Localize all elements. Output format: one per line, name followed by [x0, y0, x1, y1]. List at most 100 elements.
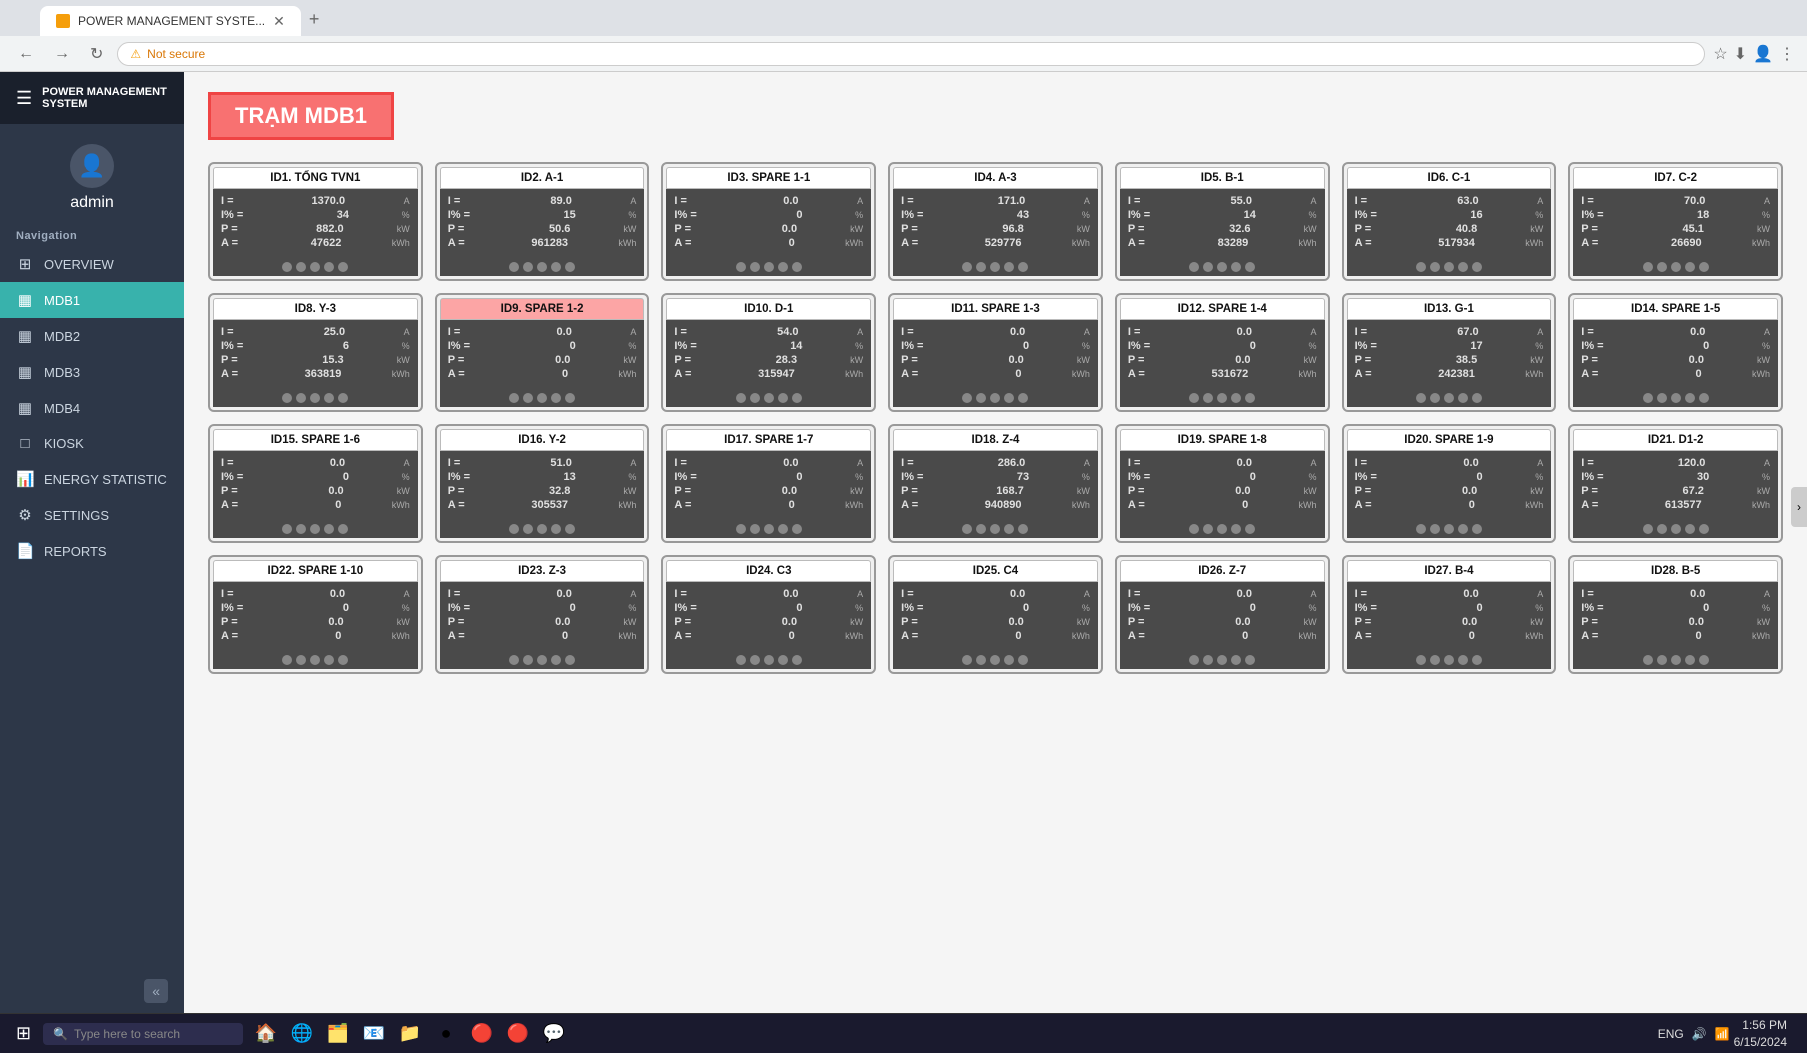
- card-body: I = 51.0 A I% = 13 % P = 32.8 kW A = 305…: [440, 451, 645, 519]
- power-row: P = 50.6 kW: [448, 223, 637, 235]
- sidebar-item-energy[interactable]: 📊 ENERGY STATISTIC: [0, 461, 184, 497]
- right-panel-toggle[interactable]: ›: [1791, 487, 1807, 527]
- energy-unit: kWh: [392, 631, 410, 641]
- sidebar-item-mdb3[interactable]: ▦ MDB3: [0, 354, 184, 390]
- device-card-id10[interactable]: ID10. D-1 I = 54.0 A I% = 14 % P = 28.3 …: [661, 293, 876, 412]
- device-card-id27[interactable]: ID27. B-4 I = 0.0 A I% = 0 % P = 0.0 kW …: [1342, 555, 1557, 674]
- address-bar[interactable]: ⚠ Not secure: [117, 42, 1705, 66]
- device-card-id16[interactable]: ID16. Y-2 I = 51.0 A I% = 13 % P = 32.8 …: [435, 424, 650, 543]
- taskbar-icon-chrome[interactable]: ●: [431, 1019, 461, 1049]
- current-value: 0.0: [970, 326, 1025, 338]
- device-card-id3[interactable]: ID3. SPARE 1-1 I = 0.0 A I% = 0 % P = 0.…: [661, 162, 876, 281]
- device-card-id14[interactable]: ID14. SPARE 1-5 I = 0.0 A I% = 0 % P = 0…: [1568, 293, 1783, 412]
- card-header: ID1. TỔNG TVN1: [213, 167, 418, 189]
- device-card-id28[interactable]: ID28. B-5 I = 0.0 A I% = 0 % P = 0.0 kW …: [1568, 555, 1783, 674]
- sidebar-item-mdb2[interactable]: ▦ MDB2: [0, 318, 184, 354]
- device-card-id25[interactable]: ID25. C4 I = 0.0 A I% = 0 % P = 0.0 kW A…: [888, 555, 1103, 674]
- card-header: ID13. G-1: [1347, 298, 1552, 320]
- taskbar-icon-7[interactable]: 💬: [539, 1019, 569, 1049]
- new-tab-button[interactable]: +: [301, 3, 328, 36]
- energy-label: ENERGY STATISTIC: [44, 472, 167, 487]
- device-card-id20[interactable]: ID20. SPARE 1-9 I = 0.0 A I% = 0 % P = 0…: [1342, 424, 1557, 543]
- energy-label: A =: [221, 237, 238, 249]
- device-card-id8[interactable]: ID8. Y-3 I = 25.0 A I% = 6 % P = 15.3 kW…: [208, 293, 423, 412]
- sidebar-item-mdb4[interactable]: ▦ MDB4: [0, 390, 184, 426]
- card-footer: [440, 388, 645, 407]
- power-unit: kW: [623, 617, 636, 627]
- card-body: I = 0.0 A I% = 0 % P = 0.0 kW A = 0 kWh: [1347, 451, 1552, 519]
- device-card-id15[interactable]: ID15. SPARE 1-6 I = 0.0 A I% = 0 % P = 0…: [208, 424, 423, 543]
- indicator: [565, 262, 575, 272]
- device-card-id13[interactable]: ID13. G-1 I = 67.0 A I% = 17 % P = 38.5 …: [1342, 293, 1557, 412]
- current-unit: A: [1764, 196, 1770, 206]
- active-tab[interactable]: POWER MANAGEMENT SYSTE... ✕: [40, 6, 301, 36]
- sidebar-item-overview[interactable]: ⊞ OVERVIEW: [0, 246, 184, 282]
- sidebar-item-settings[interactable]: ⚙ SETTINGS: [0, 497, 184, 533]
- card-body: I = 0.0 A I% = 0 % P = 0.0 kW A = 0 kWh: [666, 189, 871, 257]
- device-card-id22[interactable]: ID22. SPARE 1-10 I = 0.0 A I% = 0 % P = …: [208, 555, 423, 674]
- download-button[interactable]: ⬇: [1734, 44, 1747, 64]
- energy-icon: 📊: [16, 470, 34, 488]
- card-header: ID15. SPARE 1-6: [213, 429, 418, 451]
- card-footer: [213, 388, 418, 407]
- power-unit: kW: [850, 617, 863, 627]
- device-card-id17[interactable]: ID17. SPARE 1-7 I = 0.0 A I% = 0 % P = 0…: [661, 424, 876, 543]
- current-row: I = 63.0 A: [1355, 195, 1544, 207]
- device-card-id6[interactable]: ID6. C-1 I = 63.0 A I% = 16 % P = 40.8 k…: [1342, 162, 1557, 281]
- sidebar-item-kiosk[interactable]: □ KIOSK: [0, 426, 184, 461]
- taskbar-icon-edge[interactable]: 🌐: [287, 1019, 317, 1049]
- sidebar-item-mdb1[interactable]: ▦ MDB1: [0, 282, 184, 318]
- device-card-id11[interactable]: ID11. SPARE 1-3 I = 0.0 A I% = 0 % P = 0…: [888, 293, 1103, 412]
- taskbar-search[interactable]: 🔍 Type here to search: [43, 1023, 243, 1045]
- device-card-id19[interactable]: ID19. SPARE 1-8 I = 0.0 A I% = 0 % P = 0…: [1115, 424, 1330, 543]
- taskbar-icon-store[interactable]: 🗂️: [323, 1019, 353, 1049]
- device-card-id1[interactable]: ID1. TỔNG TVN1 I = 1370.0 A I% = 34 % P …: [208, 162, 423, 281]
- reload-button[interactable]: ↻: [84, 40, 109, 68]
- device-card-id7[interactable]: ID7. C-2 I = 70.0 A I% = 18 % P = 45.1 k…: [1568, 162, 1783, 281]
- device-card-id23[interactable]: ID23. Z-3 I = 0.0 A I% = 0 % P = 0.0 kW …: [435, 555, 650, 674]
- current-value: 51.0: [517, 457, 572, 469]
- current-value: 0.0: [1650, 326, 1705, 338]
- current-row: I = 25.0 A: [221, 326, 410, 338]
- current-value: 0.0: [1197, 457, 1252, 469]
- taskbar-icon-mail[interactable]: 📧: [359, 1019, 389, 1049]
- current-pct-label: I% =: [901, 602, 923, 614]
- search-placeholder: Type here to search: [74, 1027, 180, 1041]
- device-card-id5[interactable]: ID5. B-1 I = 55.0 A I% = 14 % P = 32.6 k…: [1115, 162, 1330, 281]
- profile-button[interactable]: 👤: [1753, 44, 1773, 64]
- device-card-id12[interactable]: ID12. SPARE 1-4 I = 0.0 A I% = 0 % P = 0…: [1115, 293, 1330, 412]
- bookmark-button[interactable]: ☆: [1713, 44, 1727, 64]
- current-pct-label: I% =: [674, 471, 696, 483]
- tab-close[interactable]: ✕: [273, 13, 285, 30]
- device-card-id4[interactable]: ID4. A-3 I = 171.0 A I% = 43 % P = 96.8 …: [888, 162, 1103, 281]
- device-card-id18[interactable]: ID18. Z-4 I = 286.0 A I% = 73 % P = 168.…: [888, 424, 1103, 543]
- taskbar-icon-1[interactable]: 🏠: [251, 1019, 281, 1049]
- back-button[interactable]: ←: [12, 41, 40, 67]
- indicator: [792, 524, 802, 534]
- start-button[interactable]: ⊞: [8, 1019, 39, 1048]
- power-value: 0.0: [515, 354, 570, 366]
- taskbar-icon-explorer[interactable]: 📁: [395, 1019, 425, 1049]
- device-card-id21[interactable]: ID21. D1-2 I = 120.0 A I% = 30 % P = 67.…: [1568, 424, 1783, 543]
- taskbar-icon-5[interactable]: 🔴: [467, 1019, 497, 1049]
- device-card-id9[interactable]: ID9. SPARE 1-2 I = 0.0 A I% = 0 % P = 0.…: [435, 293, 650, 412]
- energy-value: 0: [1420, 630, 1475, 642]
- sidebar-collapse-button[interactable]: «: [144, 979, 168, 1003]
- current-row: I = 51.0 A: [448, 457, 637, 469]
- indicator: [1245, 524, 1255, 534]
- indicator: [565, 393, 575, 403]
- power-label: P =: [901, 616, 918, 628]
- current-row: I = 0.0 A: [674, 195, 863, 207]
- device-card-id2[interactable]: ID2. A-1 I = 89.0 A I% = 15 % P = 50.6 k…: [435, 162, 650, 281]
- menu-button[interactable]: ⋮: [1779, 44, 1795, 64]
- energy-unit: kWh: [1525, 238, 1543, 248]
- menu-icon[interactable]: ☰: [16, 88, 32, 109]
- sidebar-item-reports[interactable]: 📄 REPORTS: [0, 533, 184, 569]
- settings-label: SETTINGS: [44, 508, 109, 523]
- current-label: I =: [674, 326, 687, 338]
- device-card-id26[interactable]: ID26. Z-7 I = 0.0 A I% = 0 % P = 0.0 kW …: [1115, 555, 1330, 674]
- forward-button[interactable]: →: [48, 41, 76, 67]
- device-card-id24[interactable]: ID24. C3 I = 0.0 A I% = 0 % P = 0.0 kW A…: [661, 555, 876, 674]
- current-value: 0.0: [290, 588, 345, 600]
- taskbar-icon-6[interactable]: 🔴: [503, 1019, 533, 1049]
